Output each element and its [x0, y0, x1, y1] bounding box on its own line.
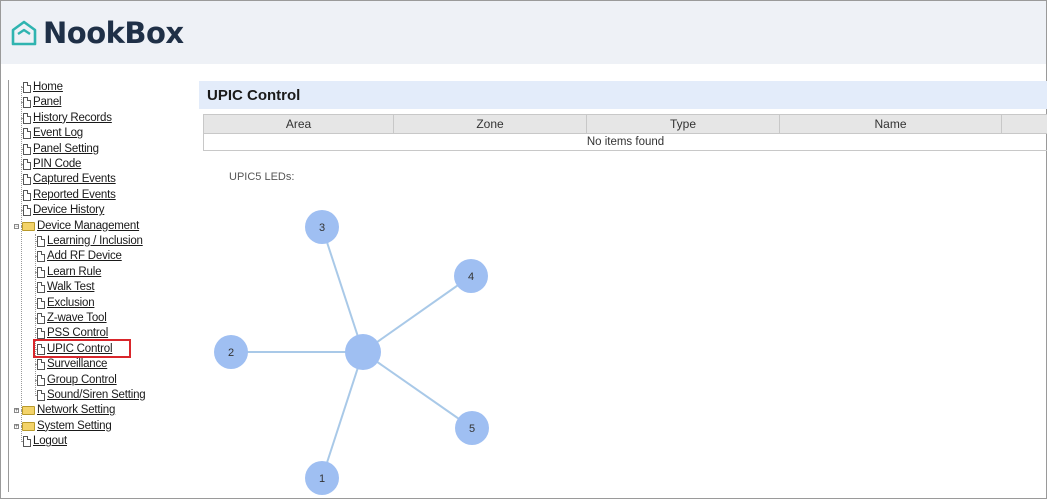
- led-diagram: 1 2 3 4 5: [214, 210, 489, 495]
- led-label: 4: [468, 271, 474, 283]
- led-node-5[interactable]: 5: [455, 411, 489, 445]
- led-node-1[interactable]: 1: [305, 461, 339, 495]
- led-node-4[interactable]: 4: [454, 259, 488, 293]
- led-connector-line: [321, 226, 364, 353]
- led-label: 2: [228, 347, 234, 359]
- led-node-3[interactable]: 3: [305, 210, 339, 244]
- led-node-2[interactable]: 2: [214, 335, 248, 369]
- led-label: 3: [319, 222, 325, 234]
- led-label: 1: [319, 473, 325, 485]
- led-connector-line: [321, 351, 364, 479]
- led-connector-line: [362, 351, 473, 429]
- led-label: 5: [469, 423, 475, 435]
- led-hub: [345, 334, 381, 370]
- led-connector-line: [362, 275, 472, 353]
